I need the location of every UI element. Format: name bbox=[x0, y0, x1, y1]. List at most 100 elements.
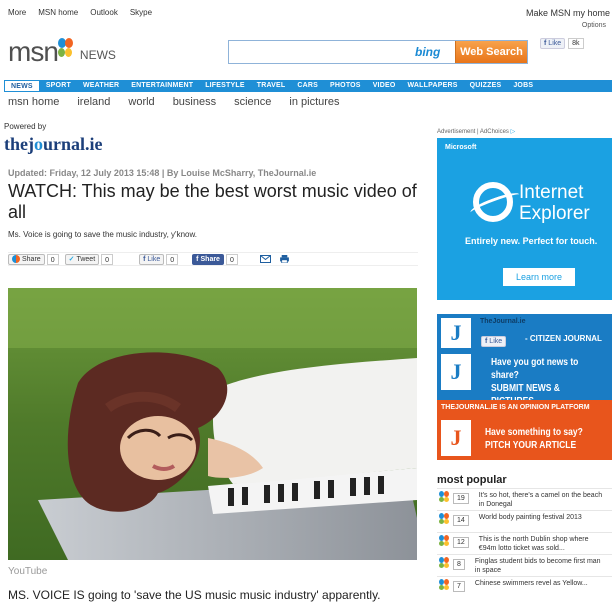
nav-item-weather[interactable]: WEATHER bbox=[77, 80, 125, 92]
article-body-first-line: MS. VOICE IS going to 'save the US music… bbox=[8, 588, 381, 602]
news-question-line-1: Have you got news to share? bbox=[491, 357, 579, 381]
butterfly-icon bbox=[439, 535, 449, 547]
facebook-share-button[interactable]: f Share bbox=[192, 253, 224, 265]
facebook-like-label: Like bbox=[548, 40, 562, 47]
adchoices-label[interactable]: Advertisement | AdChoices bbox=[437, 129, 509, 135]
facebook-like-button[interactable]: f Like bbox=[540, 38, 566, 49]
facebook-icon: f bbox=[143, 255, 146, 263]
microsoft-logo: Microsoft bbox=[445, 144, 477, 151]
citizen-journal-ad[interactable]: J J TheJournal.ie f Like - CITIZEN JOURN… bbox=[437, 314, 612, 460]
thejournal-logo[interactable]: thejournal.ie bbox=[4, 134, 103, 155]
email-icon[interactable] bbox=[259, 255, 271, 263]
section-label: NEWS bbox=[79, 48, 116, 62]
most-popular-heading: most popular bbox=[437, 474, 507, 486]
popular-link[interactable]: This is the north Dublin shop where €94m… bbox=[479, 535, 607, 553]
popular-link[interactable]: World body painting festival 2013 bbox=[479, 513, 607, 522]
ie-logo-icon bbox=[473, 182, 513, 222]
learn-more-button[interactable]: Learn more bbox=[503, 268, 575, 286]
tweet-count: 0 bbox=[101, 253, 114, 265]
butterfly-icon bbox=[56, 38, 74, 60]
web-search-button[interactable]: Web Search bbox=[455, 41, 527, 63]
subnav-business[interactable]: business bbox=[173, 96, 216, 108]
nav-item-lifestyle[interactable]: LIFESTYLE bbox=[199, 80, 251, 92]
make-msn-home-link[interactable]: Make MSN my home bbox=[526, 8, 610, 18]
thejournal-logo-part-a: thej bbox=[4, 134, 34, 154]
video-frame-image bbox=[8, 288, 417, 560]
share-button[interactable]: Share bbox=[8, 253, 45, 265]
facebook-like-article-button[interactable]: f Like bbox=[139, 253, 165, 265]
more-link[interactable]: More bbox=[8, 8, 26, 17]
nav-item-wallpapers[interactable]: WALLPAPERS bbox=[401, 80, 463, 92]
outlook-link[interactable]: Outlook bbox=[90, 8, 118, 17]
video-player[interactable] bbox=[8, 288, 417, 560]
subnav-science[interactable]: science bbox=[234, 96, 271, 108]
opinion-platform-band: THEJOURNAL.IE IS AN OPINION PLATFORM bbox=[437, 400, 612, 416]
nav-item-quizzes[interactable]: QUIZZES bbox=[464, 80, 508, 92]
article-headline: WATCH: This may be the best worst music … bbox=[8, 181, 417, 222]
citizen-journal-like-button[interactable]: f Like bbox=[481, 336, 507, 347]
fb-share-widget: f Share 0 bbox=[192, 253, 238, 265]
subnav-ireland[interactable]: ireland bbox=[77, 96, 110, 108]
nav-item-travel[interactable]: TRAVEL bbox=[251, 80, 292, 92]
nav-item-sport[interactable]: SPORT bbox=[40, 80, 77, 92]
journal-j-icon-2: J bbox=[441, 354, 471, 390]
internet-explorer-ad[interactable]: Microsoft Internet Explorer Entirely new… bbox=[437, 138, 612, 300]
nav-item-cars[interactable]: CARS bbox=[291, 80, 324, 92]
video-source-label: YouTube bbox=[8, 566, 48, 577]
subnav-msn-home[interactable]: msn home bbox=[8, 96, 59, 108]
nav-item-photos[interactable]: PHOTOS bbox=[324, 80, 367, 92]
popular-link[interactable]: Finglas student bids to become first man… bbox=[475, 557, 603, 575]
print-icon[interactable] bbox=[279, 255, 290, 263]
citizen-journal-label: - CITIZEN JOURNAL bbox=[525, 334, 602, 343]
sub-nav: msn home ireland world business science … bbox=[8, 96, 340, 108]
list-item[interactable]: 7 Chinese swimmers revel as Yellow... bbox=[437, 576, 612, 598]
subnav-world[interactable]: world bbox=[128, 96, 154, 108]
list-item[interactable]: 14 World body painting festival 2013 bbox=[437, 510, 612, 532]
twitter-icon: ✓ bbox=[68, 255, 75, 263]
search-input[interactable] bbox=[229, 41, 415, 63]
nav-item-video[interactable]: VIDEO bbox=[367, 80, 402, 92]
list-item[interactable]: 8 Finglas student bids to become first m… bbox=[437, 554, 612, 576]
bing-logo: bing bbox=[415, 45, 441, 59]
citizen-journal-like-label: Like bbox=[489, 338, 503, 345]
nav-item-entertainment[interactable]: ENTERTAINMENT bbox=[125, 80, 199, 92]
list-item[interactable]: 19 It's so hot, there's a camel on the b… bbox=[437, 488, 612, 510]
share-count-badge: 14 bbox=[453, 515, 469, 526]
share-count-badge: 7 bbox=[453, 581, 465, 592]
msn-news-logo[interactable]: msn NEWS bbox=[8, 38, 116, 66]
adchoices-icon[interactable]: ▷ bbox=[511, 129, 516, 135]
citizen-journal-title: TheJournal.ie bbox=[480, 318, 526, 325]
msn-wordmark: msn bbox=[8, 36, 59, 67]
pitch-article-text: Have something to say? PITCH YOUR ARTICL… bbox=[485, 426, 583, 452]
ie-brand: Internet Explorer bbox=[519, 182, 590, 224]
list-item[interactable]: 12 This is the north Dublin shop where €… bbox=[437, 532, 612, 554]
share-widget: Share 0 bbox=[8, 253, 59, 265]
options-link[interactable]: Options bbox=[582, 22, 606, 29]
popular-link[interactable]: Chinese swimmers revel as Yellow... bbox=[475, 579, 603, 588]
fbshare-count: 0 bbox=[225, 253, 238, 265]
facebook-f-icon: f bbox=[485, 338, 488, 345]
nav-item-news[interactable]: NEWS bbox=[4, 80, 40, 92]
butterfly-share-icon bbox=[12, 255, 20, 263]
ie-brand-line-2: Explorer bbox=[519, 203, 590, 224]
pitch-line-2: PITCH YOUR ARTICLE bbox=[485, 440, 577, 451]
facebook-share-icon: f bbox=[196, 255, 199, 263]
thejournal-logo-dot: o bbox=[34, 134, 43, 154]
facebook-like-count: 8k bbox=[568, 38, 584, 49]
powered-by-label: Powered by bbox=[4, 122, 47, 131]
share-bar: Share 0 ✓ Tweet 0 f Like 0 f Share 0 bbox=[8, 252, 418, 266]
like-widget: f Like 0 bbox=[139, 253, 179, 265]
like-label: Like bbox=[147, 255, 161, 263]
share-count-badge: 12 bbox=[453, 537, 469, 548]
tweet-button[interactable]: ✓ Tweet bbox=[64, 253, 100, 265]
share-count: 0 bbox=[46, 253, 59, 265]
butterfly-icon bbox=[439, 579, 449, 591]
subnav-in-pictures[interactable]: in pictures bbox=[289, 96, 339, 108]
msn-home-link[interactable]: MSN home bbox=[38, 8, 78, 17]
nav-item-jobs[interactable]: JOBS bbox=[507, 80, 539, 92]
butterfly-icon bbox=[439, 513, 449, 525]
facebook-like-widget: f Like 8k bbox=[540, 38, 584, 49]
fbshare-label: Share bbox=[200, 255, 220, 263]
skype-link[interactable]: Skype bbox=[130, 8, 152, 17]
popular-link[interactable]: It's so hot, there's a camel on the beac… bbox=[479, 491, 607, 509]
